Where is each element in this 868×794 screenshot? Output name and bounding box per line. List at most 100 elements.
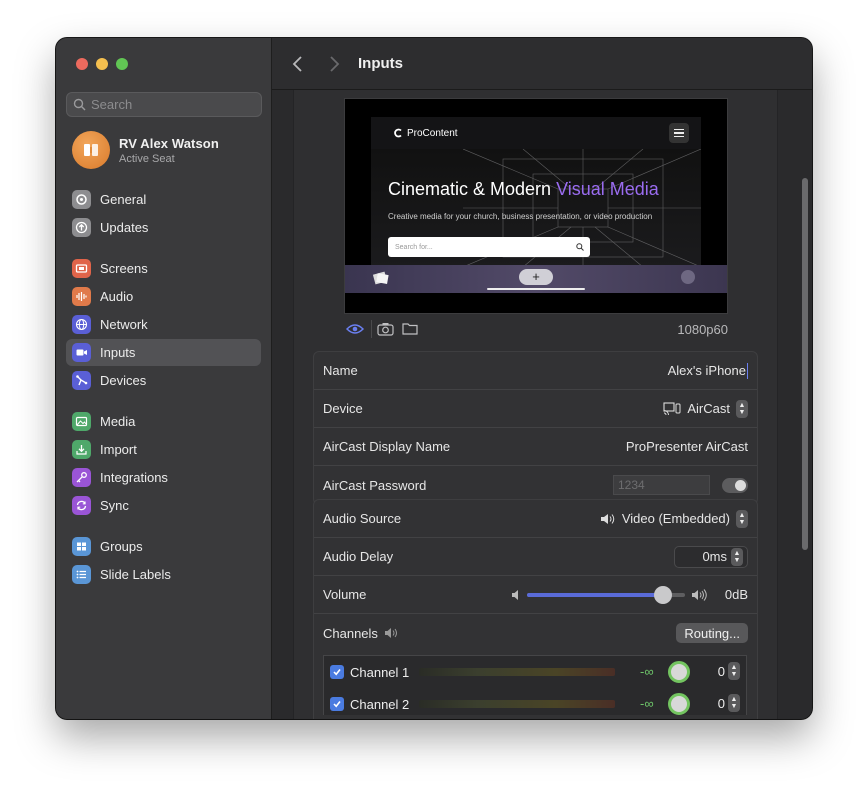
channel-2-checkbox[interactable] bbox=[330, 697, 344, 711]
sidebar-item-audio[interactable]: Audio bbox=[66, 283, 261, 310]
channel-2-gain-knob[interactable] bbox=[668, 693, 690, 715]
audio-source-select[interactable]: Video (Embedded) ▲ ▼ bbox=[600, 500, 748, 537]
waveform-icon bbox=[72, 287, 91, 306]
import-icon bbox=[72, 440, 91, 459]
device-value: AirCast bbox=[687, 401, 730, 416]
sidebar-item-label: Network bbox=[100, 317, 148, 332]
sidebar-item-general[interactable]: General bbox=[66, 186, 261, 213]
preview-plus-button: + bbox=[519, 269, 553, 285]
sidebar-item-media[interactable]: Media bbox=[66, 408, 261, 435]
sidebar-item-network[interactable]: Network bbox=[66, 311, 261, 338]
volume-slider[interactable] bbox=[526, 585, 685, 604]
sidebar-item-updates[interactable]: Updates bbox=[66, 214, 261, 241]
gear-icon bbox=[72, 190, 91, 209]
account[interactable]: RV Alex Watson Active Seat bbox=[72, 131, 219, 169]
sidebar-item-slide-labels[interactable]: Slide Labels bbox=[66, 561, 261, 588]
eye-icon[interactable] bbox=[346, 323, 364, 335]
sidebar-item-label: Audio bbox=[100, 289, 134, 304]
audio-delay-stepper[interactable]: ▲ ▼ bbox=[731, 547, 743, 566]
volume-slider-knob[interactable] bbox=[653, 585, 672, 604]
audio-delay-row: Audio Delay 0ms ▲ ▼ bbox=[314, 538, 757, 576]
avatar bbox=[72, 131, 110, 169]
sidebar-item-sync[interactable]: Sync bbox=[66, 492, 261, 519]
divider bbox=[371, 320, 372, 338]
key-icon bbox=[72, 468, 91, 487]
volume-label: Volume bbox=[323, 587, 367, 602]
image-icon bbox=[72, 412, 91, 431]
folder-icon[interactable] bbox=[402, 322, 418, 335]
sidebar-item-label: Slide Labels bbox=[100, 567, 171, 582]
sidebar-item-integrations[interactable]: Integrations bbox=[66, 464, 261, 491]
preview-navbar: ProContent bbox=[371, 117, 701, 149]
home-indicator bbox=[487, 288, 585, 290]
sidebar-item-label: Media bbox=[100, 414, 136, 429]
name-row: Name Alex's iPhone bbox=[314, 352, 757, 390]
back-chevron-icon[interactable] bbox=[290, 54, 306, 74]
device-select[interactable]: AirCast ▲ ▼ bbox=[663, 390, 748, 427]
groups-icon bbox=[72, 537, 91, 556]
preview-brand-text: ProContent bbox=[407, 127, 458, 139]
search-input[interactable] bbox=[91, 97, 251, 112]
update-arrow-icon bbox=[72, 218, 91, 237]
toolbar: Inputs bbox=[272, 38, 812, 90]
channel-1-value[interactable]: 0 bbox=[709, 664, 725, 679]
zoom-button[interactable] bbox=[116, 58, 128, 70]
photos-stack-icon bbox=[372, 271, 389, 285]
channel-2-stepper[interactable]: ▲ ▼ bbox=[728, 694, 740, 712]
preview-tools: 1080p60 bbox=[344, 320, 728, 338]
audio-source-row: Audio Source Video (Embedded) ▲ ▼ bbox=[314, 500, 757, 538]
channel-label: Channel 2 bbox=[350, 696, 410, 712]
audio-delay-field[interactable]: 0ms ▲ ▼ bbox=[674, 545, 748, 568]
preview-dock: + bbox=[345, 265, 727, 293]
preview-headline: Cinematic & Modern Visual Media bbox=[388, 179, 659, 200]
name-value[interactable]: Alex's iPhone bbox=[668, 363, 746, 378]
channel-1-meter bbox=[419, 668, 615, 676]
sidebar-item-label: Screens bbox=[100, 261, 148, 276]
minimize-button[interactable] bbox=[96, 58, 108, 70]
routing-button[interactable]: Routing... bbox=[676, 623, 748, 643]
sidebar-item-devices[interactable]: Devices bbox=[66, 367, 261, 394]
password-toggle[interactable] bbox=[722, 477, 748, 493]
channel-2-meter bbox=[419, 700, 615, 708]
volume-slider-fill bbox=[526, 592, 663, 597]
preview-search: Search for... bbox=[388, 237, 590, 257]
search-field[interactable] bbox=[66, 92, 262, 117]
name-field[interactable]: Alex's iPhone bbox=[668, 352, 748, 389]
close-button[interactable] bbox=[76, 58, 88, 70]
channel-2-value[interactable]: 0 bbox=[709, 696, 725, 711]
camera-icon[interactable] bbox=[377, 322, 394, 336]
sidebar-item-inputs[interactable]: Inputs bbox=[66, 339, 261, 366]
sidebar-item-groups[interactable]: Groups bbox=[66, 533, 261, 560]
list-icon bbox=[72, 565, 91, 584]
channel-1-checkbox[interactable] bbox=[330, 665, 344, 679]
headline-accent: Visual Media bbox=[556, 179, 659, 199]
volume-low-icon bbox=[511, 589, 518, 600]
channel-row: Channel 2 -∞ 0 ▲ ▼ bbox=[324, 688, 746, 719]
channels-row: Channels Routing... bbox=[314, 614, 757, 652]
speaker-icon bbox=[384, 628, 397, 638]
password-field[interactable]: 1234 bbox=[613, 475, 710, 495]
hamburger-menu-icon bbox=[669, 123, 689, 143]
speaker-icon bbox=[600, 513, 615, 524]
sidebar-item-label: Updates bbox=[100, 220, 149, 235]
preview-hero: Cinematic & Modern Visual Media Creative… bbox=[371, 149, 701, 267]
search-icon bbox=[73, 98, 86, 111]
channel-1-stepper[interactable]: ▲ ▼ bbox=[728, 662, 740, 680]
sidebar-item-import[interactable]: Import bbox=[66, 436, 261, 463]
audio-source-value: Video (Embedded) bbox=[621, 511, 730, 526]
channel-2-level: -∞ bbox=[640, 696, 654, 711]
display-name-value[interactable]: ProPresenter AirCast bbox=[626, 439, 748, 454]
display-name-row: AirCast Display Name ProPresenter AirCas… bbox=[314, 428, 757, 466]
forward-chevron-icon[interactable] bbox=[326, 54, 342, 74]
preview-search-icon bbox=[576, 243, 584, 251]
channel-1-gain-knob[interactable] bbox=[668, 661, 690, 683]
sidebar-item-label: General bbox=[100, 192, 147, 207]
headline-text: Cinematic & Modern bbox=[388, 179, 557, 199]
sidebar-item-screens[interactable]: Screens bbox=[66, 255, 261, 282]
scrollbar[interactable] bbox=[802, 178, 808, 550]
procontent-logo-icon bbox=[394, 128, 402, 138]
sidebar-item-label: Inputs bbox=[100, 345, 136, 360]
account-name: RV Alex Watson bbox=[119, 135, 219, 151]
display-name-label: AirCast Display Name bbox=[323, 439, 451, 454]
chevron-up-icon bbox=[681, 270, 695, 284]
